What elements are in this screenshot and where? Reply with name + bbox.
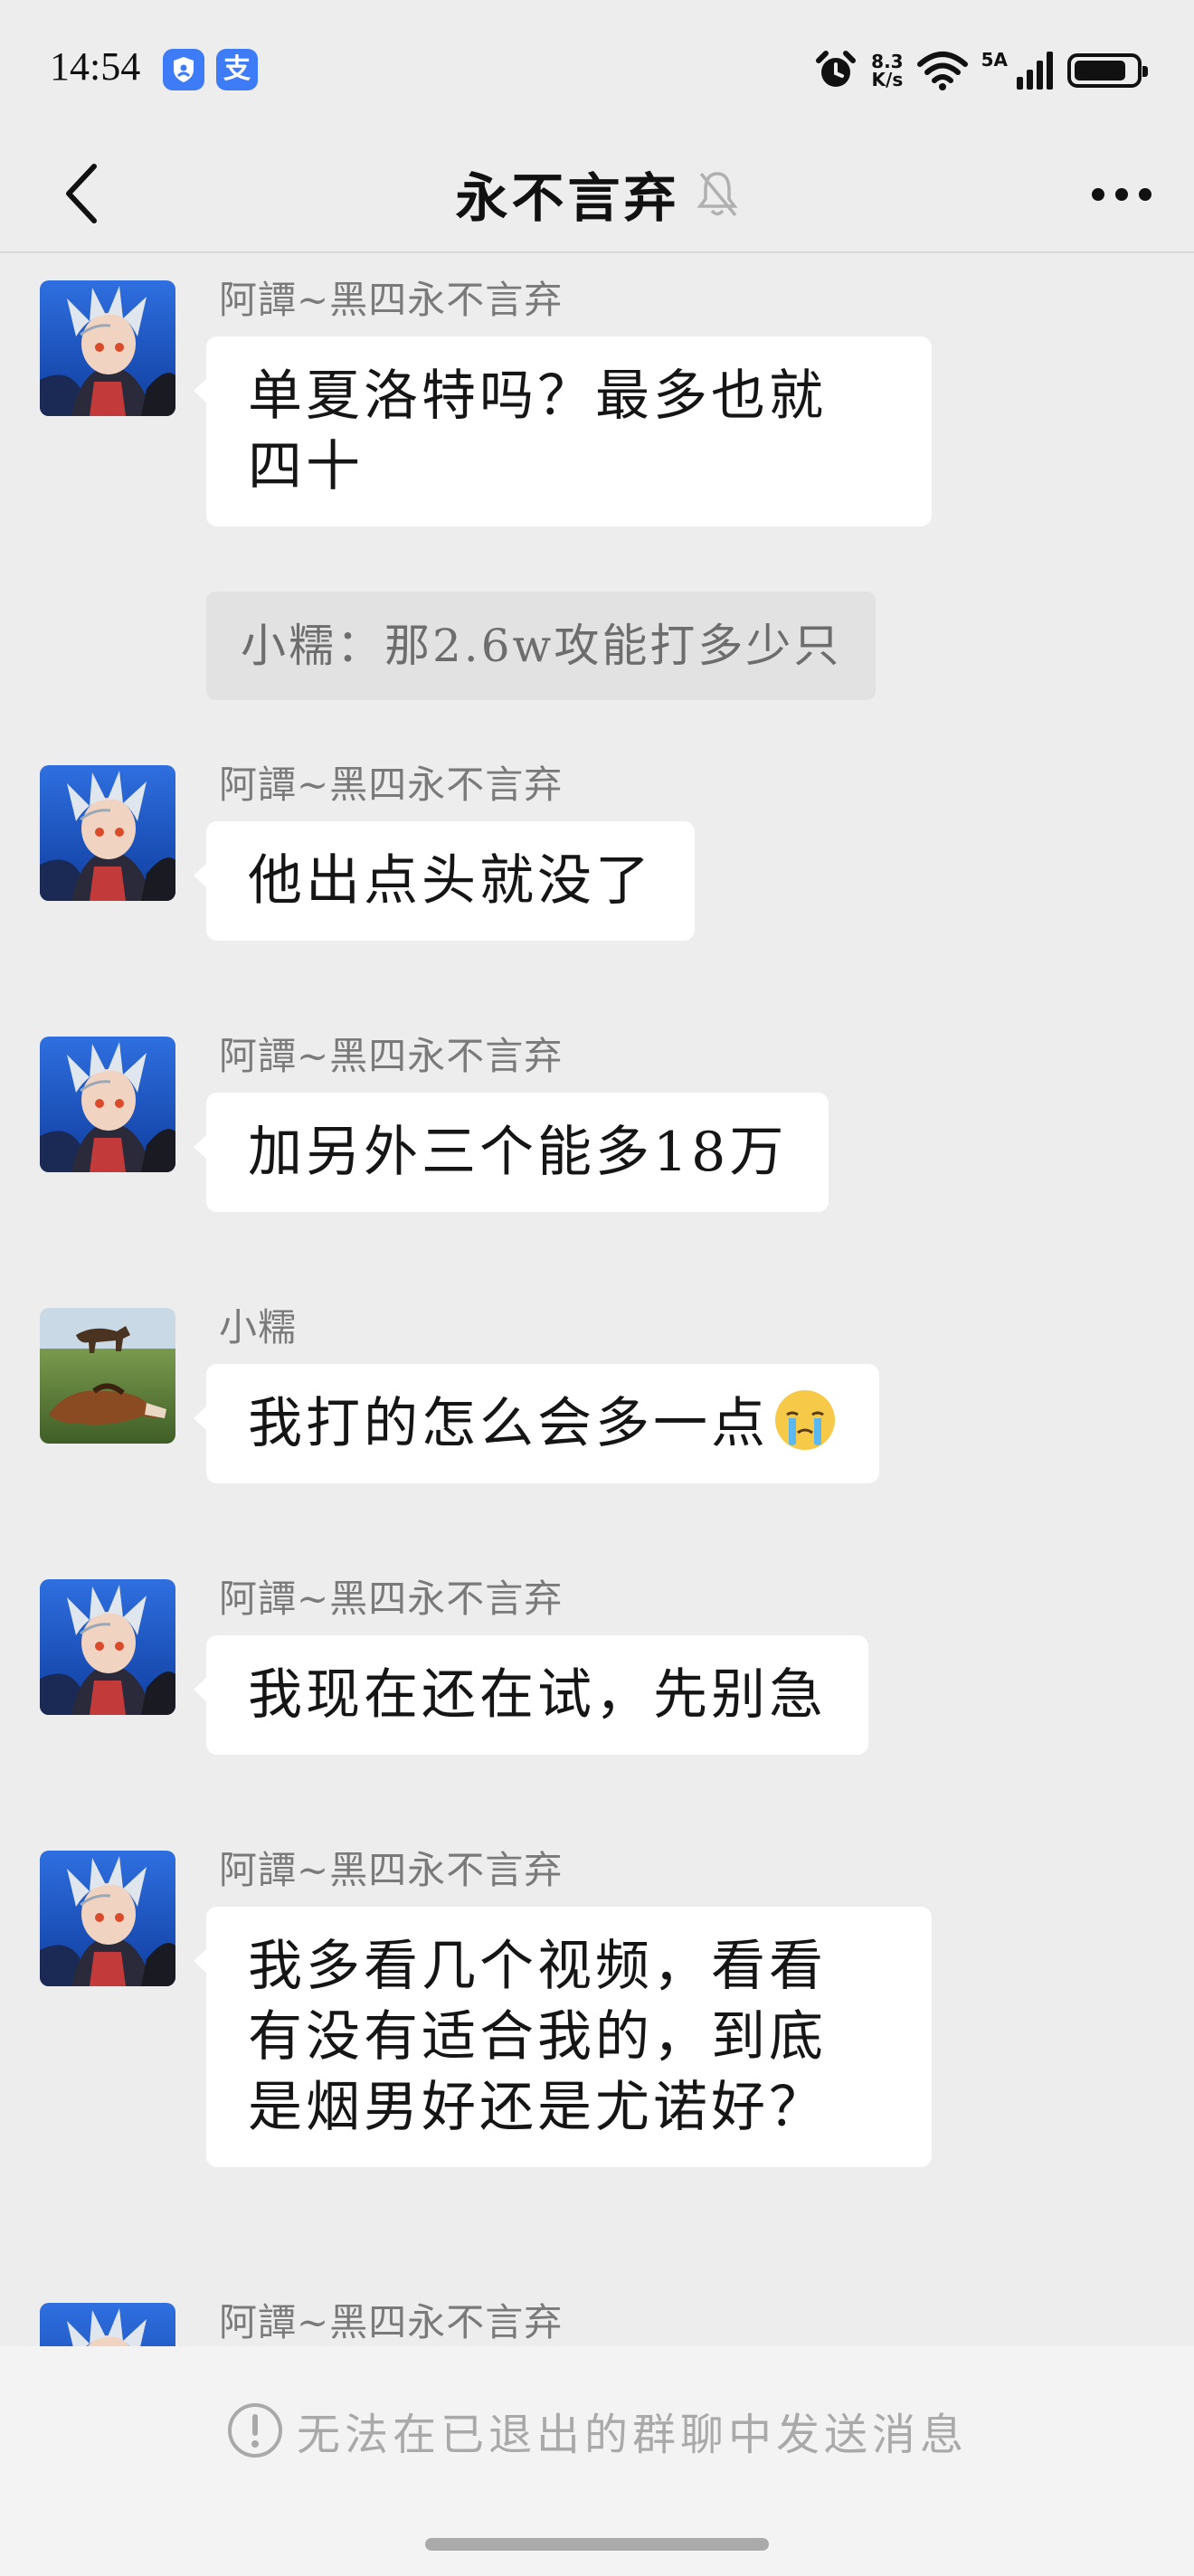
message-bubble[interactable]: 我多看几个视频，看看 有没有适合我的，到底 是烟男好还是尤诺好？ [194, 1907, 932, 2167]
avatar[interactable] [40, 2303, 175, 2346]
message-item: 阿譚~黑四永不言弃 我现在还在试，先别急 [0, 1552, 1194, 1796]
sender-name: 阿譚~黑四永不言弃 [219, 278, 564, 322]
clock-time: 14:54 [50, 44, 141, 89]
message-line: 是烟男好还是尤诺好？ [248, 2076, 827, 2139]
home-indicator[interactable] [425, 2538, 769, 2551]
title-area: 永不言弃 [0, 156, 1194, 232]
network-speed: 8.3 K/s [871, 52, 903, 89]
message-item: 阿譚~黑四永不言弃 [0, 2276, 1194, 2346]
message-line: 我现在还在试，先别急 [248, 1663, 827, 1727]
message-line: 加另外三个能多18万 [248, 1121, 788, 1184]
message-item: 阿譚~黑四永不言弃 单夏洛特吗？最多也就 四十 小糯：那2.6w攻能打多少只 [0, 253, 1194, 724]
status-bar: 14:54 支 8.3 K/s 5A [0, 0, 1194, 136]
message-item: 阿譚~黑四永不言弃 我多看几个视频，看看 有没有适合我的，到底 是烟男好还是尤诺… [0, 1823, 1194, 2249]
shield-app-icon [163, 49, 204, 90]
avatar[interactable] [40, 1579, 175, 1715]
message-bubble[interactable]: 我打的怎么会多一点 [194, 1364, 879, 1483]
chat-message-list[interactable]: 阿譚~黑四永不言弃 单夏洛特吗？最多也就 四十 小糯：那2.6w攻能打多少只 阿… [0, 253, 1194, 2346]
message-bubble[interactable]: 单夏洛特吗？最多也就 四十 [194, 336, 932, 526]
notice-text: 无法在已退出的群聊中发送消息 [296, 2410, 968, 2460]
message-item: 阿譚~黑四永不言弃 加另外三个能多18万 [0, 1009, 1194, 1254]
wifi-icon [916, 52, 968, 90]
sender-name: 阿譚~黑四永不言弃 [219, 1848, 564, 1892]
message-line: 他出点头就没了 [248, 849, 653, 913]
avatar[interactable] [40, 1037, 175, 1172]
chat-header: 永不言弃 [0, 136, 1194, 253]
network-speed-unit: K/s [871, 69, 904, 90]
signal-label: 5A [981, 49, 1008, 71]
sender-name: 阿譚~黑四永不言弃 [219, 1034, 564, 1078]
battery-icon [1067, 53, 1148, 88]
message-item: 小糯 我打的怎么会多一点 [0, 1281, 1194, 1525]
avatar[interactable] [40, 280, 175, 416]
crying-face-emoji [775, 1390, 835, 1450]
message-bubble[interactable]: 加另外三个能多18万 [193, 1093, 829, 1212]
avatar[interactable] [40, 765, 175, 901]
status-indicators: 8.3 K/s 5A [813, 45, 1148, 96]
cellular-signal-icon [1017, 52, 1053, 90]
exclamation-circle-icon [227, 2403, 282, 2458]
sender-name: 阿譚~黑四永不言弃 [219, 1577, 564, 1621]
chat-title: 永不言弃 [455, 167, 680, 229]
alarm-clock-icon [816, 51, 857, 87]
more-options-button[interactable] [1076, 154, 1167, 235]
message-text: 我打的怎么会多一点 [248, 1392, 769, 1455]
message-bubble[interactable]: 我现在还在试，先别急 [194, 1635, 868, 1755]
avatar[interactable] [40, 1308, 175, 1444]
sender-name: 阿譚~黑四永不言弃 [219, 762, 564, 807]
battery-cap [1142, 66, 1148, 77]
message-bubble[interactable]: 他出点头就没了 [194, 821, 695, 941]
message-item: 阿譚~黑四永不言弃 他出点头就没了 [0, 738, 1194, 982]
bell-muted-icon [696, 172, 738, 217]
more-horizontal-icon [1092, 188, 1151, 201]
message-line: 我打的怎么会多一点 [248, 1378, 838, 1469]
sender-name: 阿譚~黑四永不言弃 [219, 2300, 564, 2344]
network-speed-value: 8.3 [871, 51, 904, 72]
chat-footer: 无法在已退出的群聊中发送消息 [0, 2346, 1194, 2576]
alipay-icon: 支 [216, 49, 258, 90]
sender-name: 小糯 [219, 1305, 298, 1350]
cannot-send-notice: 无法在已退出的群聊中发送消息 [0, 2399, 1194, 2462]
battery-level-fill [1075, 61, 1126, 80]
quoted-reply[interactable]: 小糯：那2.6w攻能打多少只 [206, 592, 877, 700]
avatar[interactable] [40, 1851, 175, 1986]
